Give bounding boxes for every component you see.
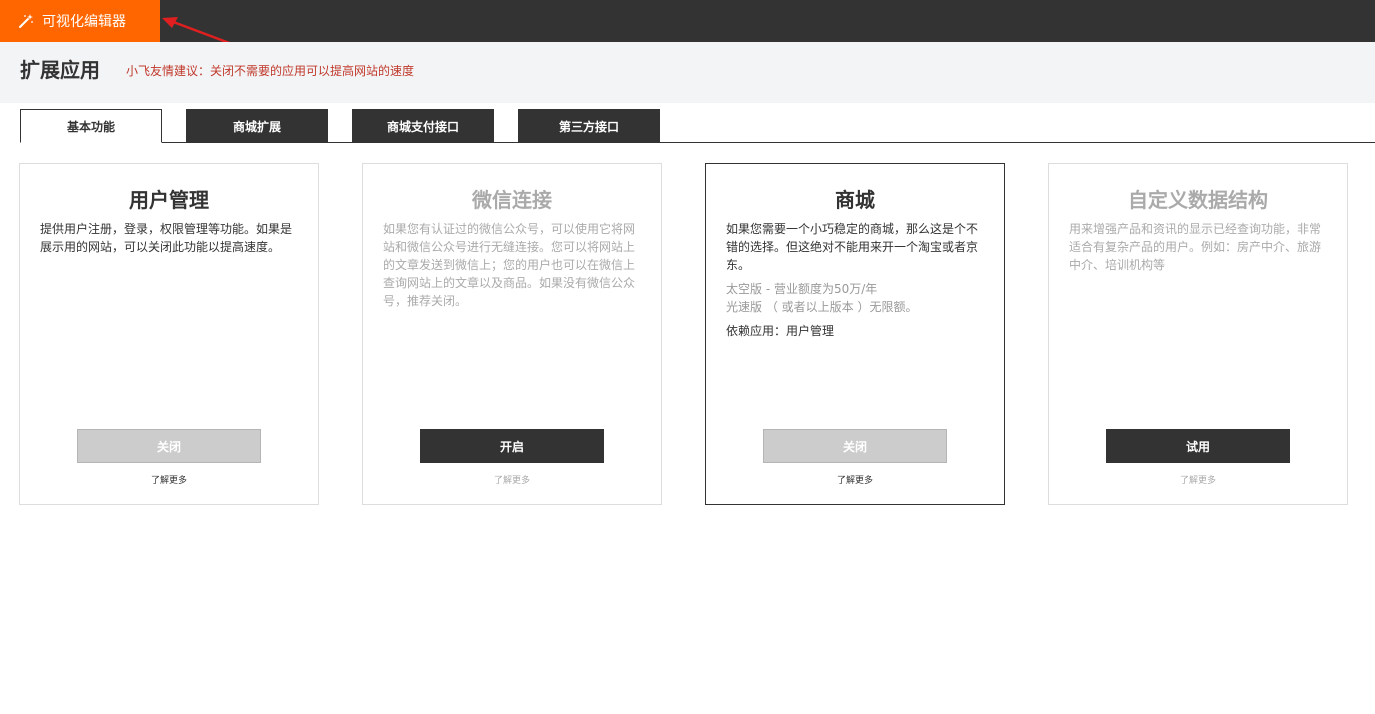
edition-unlimited-line: 光速版 （ 或者以上版本 ）无限额。 xyxy=(726,300,918,314)
edition-quota-line: 太空版 - 营业额度为50万/年 xyxy=(726,282,878,296)
card-description: 用来增强产品和资讯的显示已经查询功能，非常适合有复杂产品的用户。例如：房产中介、… xyxy=(1069,222,1322,272)
try-button[interactable]: 试用 xyxy=(1106,429,1290,463)
card-title: 商城 xyxy=(835,188,875,212)
tab-payment-interface[interactable]: 商城支付接口 xyxy=(352,109,494,143)
tab-mall-extension[interactable]: 商城扩展 xyxy=(186,109,328,143)
card-description: 提供用户注册，登录，权限管理等功能。如果是展示用的网站，可以关闭此功能以提高速度… xyxy=(40,222,293,254)
tab-bar: 基本功能 商城扩展 商城支付接口 第三方接口 xyxy=(20,109,1375,143)
learn-more-link[interactable]: 了解更多 xyxy=(1049,473,1347,486)
disable-button[interactable]: 关闭 xyxy=(77,429,261,463)
page-title: 扩展应用 xyxy=(20,58,100,82)
tab-basic-features[interactable]: 基本功能 xyxy=(20,109,162,143)
card-title: 用户管理 xyxy=(129,188,209,212)
app-card-mall: 商城 如果您需要一个小巧稳定的商城，那么这是个不错的选择。但这绝对不能用来开一个… xyxy=(705,163,1005,505)
card-title: 微信连接 xyxy=(472,188,552,212)
app-card-custom-data-structure: 自定义数据结构 用来增强产品和资讯的显示已经查询功能，非常适合有复杂产品的用户。… xyxy=(1048,163,1348,505)
magic-wand-icon xyxy=(18,13,34,29)
card-title: 自定义数据结构 xyxy=(1128,188,1268,212)
dependency-text: 依赖应用：用户管理 xyxy=(726,324,835,338)
visual-editor-label: 可视化编辑器 xyxy=(42,14,126,30)
learn-more-link[interactable]: 了解更多 xyxy=(363,473,661,486)
app-card-user-management: 用户管理 提供用户注册，登录，权限管理等功能。如果是展示用的网站，可以关闭此功能… xyxy=(19,163,319,505)
visual-editor-button[interactable]: 可视化编辑器 xyxy=(0,0,160,42)
enable-button[interactable]: 开启 xyxy=(420,429,604,463)
card-description: 如果您有认证过的微信公众号，可以使用它将网站和微信公众号进行无缝连接。您可以将网… xyxy=(383,222,636,308)
tab-third-party-interface[interactable]: 第三方接口 xyxy=(518,109,660,143)
app-card-wechat: 微信连接 如果您有认证过的微信公众号，可以使用它将网站和微信公众号进行无缝连接。… xyxy=(362,163,662,505)
learn-more-link[interactable]: 了解更多 xyxy=(706,473,1004,486)
speed-tip: 小飞友情建议：关闭不需要的应用可以提高网站的速度 xyxy=(126,64,415,78)
card-description: 如果您需要一个小巧稳定的商城，那么这是个不错的选择。但这绝对不能用来开一个淘宝或… xyxy=(726,222,979,272)
disable-button[interactable]: 关闭 xyxy=(763,429,947,463)
learn-more-link[interactable]: 了解更多 xyxy=(20,473,318,486)
